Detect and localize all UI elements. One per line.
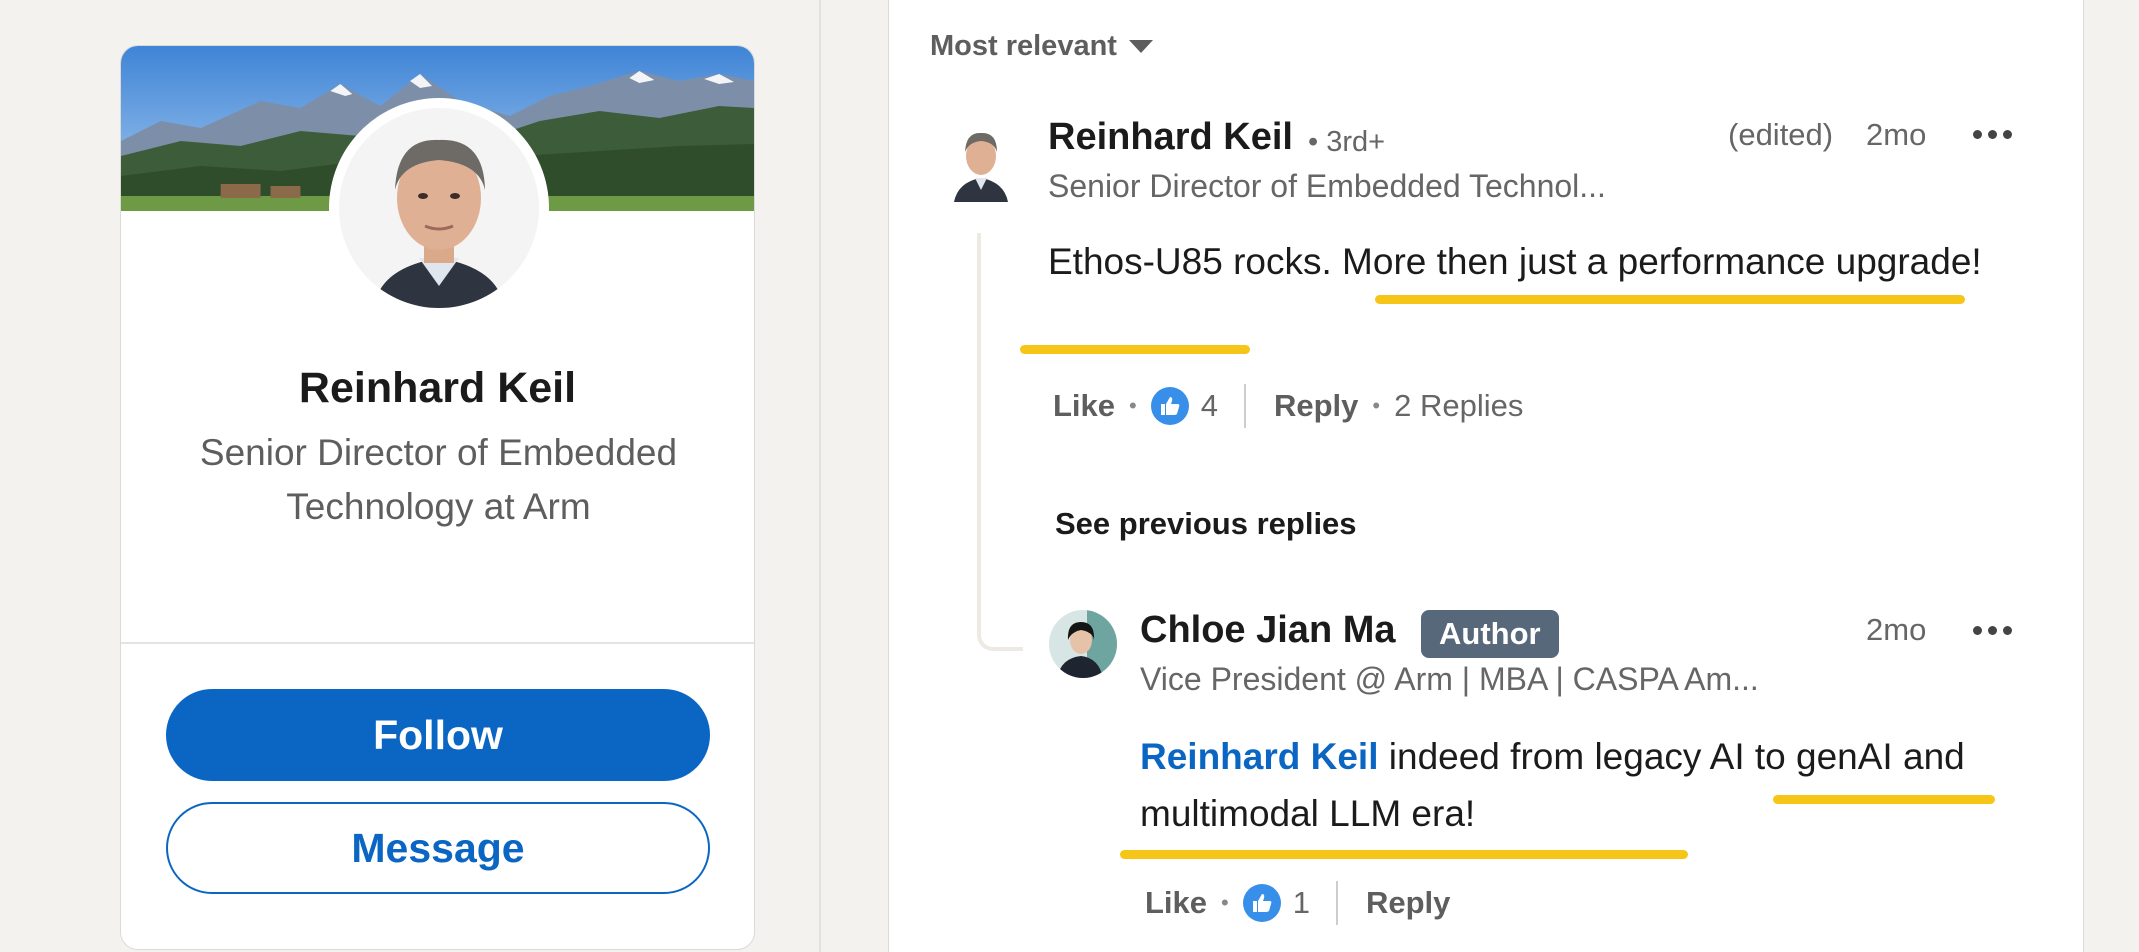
reply-author-headline: Vice President @ Arm | MBA | CASPA Am... bbox=[1140, 661, 1759, 697]
person-photo-icon bbox=[1049, 610, 1117, 678]
highlight-underline bbox=[1120, 850, 1688, 859]
reaction-count[interactable]: 4 bbox=[1201, 388, 1218, 424]
column-divider bbox=[819, 0, 821, 952]
comment-timestamp: 2mo bbox=[1866, 117, 1927, 152]
reply-actions: Like • 1 Reply bbox=[1145, 879, 1450, 927]
profile-card: Reinhard Keil Senior Director of Embedde… bbox=[120, 45, 755, 950]
highlight-underline bbox=[1773, 795, 1995, 804]
like-button[interactable]: Like bbox=[1145, 885, 1207, 921]
thread-connector bbox=[977, 233, 1023, 651]
comment-author-headline: Senior Director of Embedded Technol... bbox=[1048, 168, 1606, 204]
connection-degree: • 3rd+ bbox=[1308, 126, 1386, 158]
reply-button[interactable]: Reply bbox=[1274, 388, 1358, 424]
comment-actions: Like • 4 Reply • 2 Replies bbox=[1053, 382, 1523, 430]
like-button[interactable]: Like bbox=[1053, 388, 1115, 424]
replies-count-link[interactable]: 2 Replies bbox=[1394, 388, 1523, 424]
reply-timestamp: 2mo bbox=[1866, 612, 1927, 647]
comment-author-name[interactable]: Reinhard Keil bbox=[1048, 116, 1293, 159]
mention-link[interactable]: Reinhard Keil bbox=[1140, 736, 1379, 777]
divider bbox=[121, 642, 754, 644]
highlight-underline bbox=[1020, 345, 1250, 354]
caret-down-icon bbox=[1128, 40, 1153, 53]
separator-dot: • bbox=[1372, 393, 1381, 418]
message-button[interactable]: Message bbox=[166, 802, 710, 894]
more-options-icon[interactable] bbox=[1969, 126, 2016, 143]
profile-avatar[interactable] bbox=[329, 98, 549, 318]
sort-label: Most relevant bbox=[930, 30, 1117, 62]
author-badge: Author bbox=[1421, 610, 1559, 658]
see-previous-replies-button[interactable]: See previous replies bbox=[1055, 506, 1357, 542]
separator-dot: • bbox=[1129, 393, 1137, 418]
reply-text: Reinhard Keil indeed from legacy AI to g… bbox=[1140, 728, 2020, 842]
reply-button[interactable]: Reply bbox=[1366, 885, 1450, 921]
thumbs-up-reaction-icon[interactable] bbox=[1150, 387, 1189, 425]
edited-label: (edited) bbox=[1728, 117, 1834, 152]
reaction-count[interactable]: 1 bbox=[1293, 885, 1310, 921]
thumbs-up-reaction-icon[interactable] bbox=[1242, 884, 1281, 922]
commenter-avatar[interactable] bbox=[950, 118, 1012, 202]
reply-author-avatar[interactable] bbox=[1049, 610, 1117, 678]
profile-name[interactable]: Reinhard Keil bbox=[121, 364, 754, 413]
reply-author-name[interactable]: Chloe Jian Ma bbox=[1140, 609, 1396, 652]
follow-button[interactable]: Follow bbox=[166, 689, 710, 781]
more-options-icon[interactable] bbox=[1969, 622, 2016, 639]
comment-text: Ethos-U85 rocks. More then just a perfor… bbox=[1048, 241, 1982, 282]
person-photo-icon bbox=[950, 118, 1012, 202]
sort-dropdown[interactable]: Most relevant bbox=[930, 30, 1153, 63]
person-photo-icon bbox=[339, 108, 539, 308]
highlight-underline bbox=[1375, 295, 1965, 304]
separator-dot: • bbox=[1221, 890, 1229, 915]
divider bbox=[1335, 881, 1338, 925]
divider bbox=[1243, 384, 1246, 428]
profile-headline: Senior Director of Embedded Technology a… bbox=[199, 432, 678, 527]
